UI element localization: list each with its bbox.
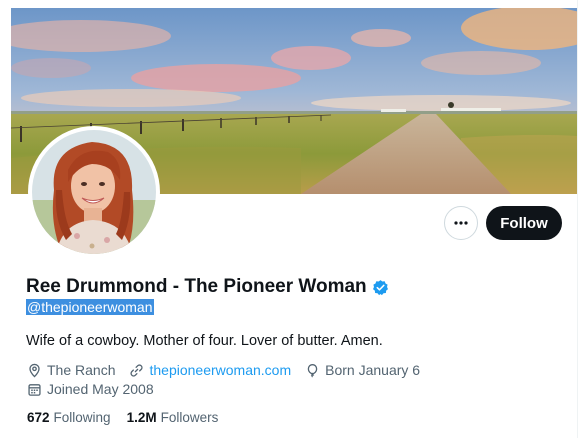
- profile-handle: @thepioneerwoman: [26, 299, 154, 315]
- following-link[interactable]: 672 Following: [27, 410, 111, 425]
- joined-item: Joined May 2008: [27, 381, 154, 397]
- following-count: 672: [27, 410, 50, 425]
- website-item[interactable]: thepioneerwoman.com: [129, 362, 291, 378]
- link-icon: [130, 364, 143, 376]
- location-text: The Ranch: [47, 362, 116, 378]
- profile-joined-row: Joined May 2008: [27, 381, 168, 397]
- follow-button[interactable]: Follow: [486, 206, 562, 240]
- more-options-button[interactable]: [444, 206, 478, 240]
- location-pin-icon: [29, 363, 40, 378]
- followers-count: 1.2M: [126, 410, 157, 425]
- page-margin-left: [0, 0, 11, 438]
- more-horizontal-icon: [454, 221, 468, 225]
- website-link[interactable]: thepioneerwoman.com: [149, 362, 291, 378]
- following-label: Following: [53, 410, 111, 425]
- profile-bio: Wife of a cowboy. Mother of four. Lover …: [26, 333, 383, 349]
- joined-text: Joined May 2008: [47, 381, 154, 397]
- calendar-icon: [28, 383, 41, 396]
- birthday-item: Born January 6: [305, 362, 420, 378]
- page-margin-right: [577, 0, 588, 438]
- followers-link[interactable]: 1.2M Followers: [127, 410, 219, 425]
- profile-meta-row: The Ranch thepioneerwoman.com Born Janua…: [27, 362, 434, 378]
- profile-avatar[interactable]: [28, 126, 160, 258]
- profile-name: Ree Drummond - The Pioneer Woman: [26, 276, 367, 297]
- profile-name-row: Ree Drummond - The Pioneer Woman: [26, 276, 389, 298]
- follow-counts: 672 Following 1.2M Followers: [27, 410, 234, 425]
- birthday-text: Born January 6: [325, 362, 421, 378]
- followers-label: Followers: [160, 410, 219, 425]
- verified-badge-icon[interactable]: [372, 279, 389, 296]
- balloon-icon: [307, 363, 318, 377]
- location-item: The Ranch: [27, 362, 115, 378]
